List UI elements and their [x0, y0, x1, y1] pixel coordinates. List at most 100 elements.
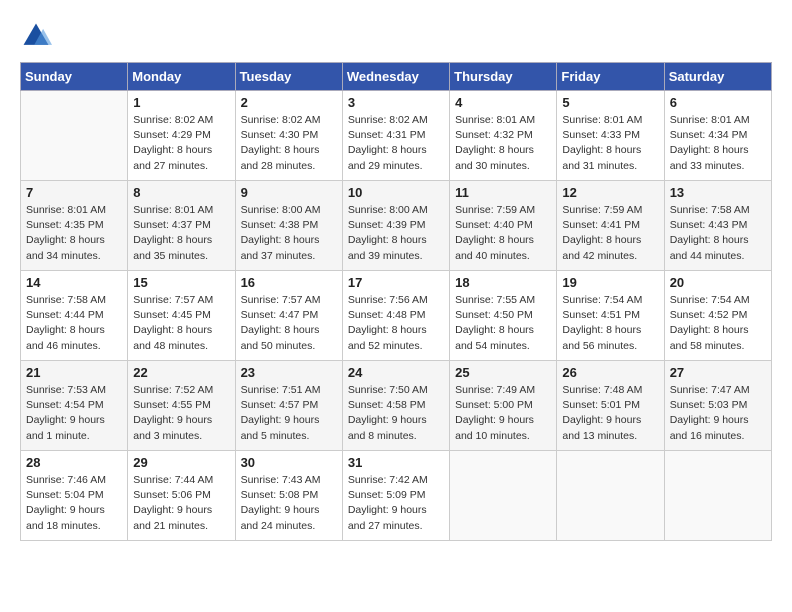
calendar-cell: 15 Sunrise: 7:57 AM Sunset: 4:45 PM Dayli…	[128, 271, 235, 361]
cell-info: Sunrise: 7:42 AM Sunset: 5:09 PM Dayligh…	[348, 473, 444, 534]
day-number: 31	[348, 455, 444, 470]
cell-info: Sunrise: 7:54 AM Sunset: 4:51 PM Dayligh…	[562, 293, 658, 354]
calendar-cell: 27 Sunrise: 7:47 AM Sunset: 5:03 PM Dayli…	[664, 361, 771, 451]
cell-info: Sunrise: 7:50 AM Sunset: 4:58 PM Dayligh…	[348, 383, 444, 444]
cell-info: Sunrise: 7:44 AM Sunset: 5:06 PM Dayligh…	[133, 473, 229, 534]
cell-info: Sunrise: 8:02 AM Sunset: 4:29 PM Dayligh…	[133, 113, 229, 174]
day-number: 21	[26, 365, 122, 380]
day-number: 2	[241, 95, 337, 110]
day-number: 25	[455, 365, 551, 380]
calendar-cell: 11 Sunrise: 7:59 AM Sunset: 4:40 PM Dayli…	[450, 181, 557, 271]
cell-info: Sunrise: 7:48 AM Sunset: 5:01 PM Dayligh…	[562, 383, 658, 444]
day-number: 11	[455, 185, 551, 200]
logo-icon	[20, 20, 52, 52]
calendar-cell	[557, 451, 664, 541]
cell-info: Sunrise: 8:01 AM Sunset: 4:34 PM Dayligh…	[670, 113, 766, 174]
cell-info: Sunrise: 7:55 AM Sunset: 4:50 PM Dayligh…	[455, 293, 551, 354]
day-number: 28	[26, 455, 122, 470]
cell-info: Sunrise: 8:02 AM Sunset: 4:30 PM Dayligh…	[241, 113, 337, 174]
cell-info: Sunrise: 8:01 AM Sunset: 4:33 PM Dayligh…	[562, 113, 658, 174]
calendar-cell: 10 Sunrise: 8:00 AM Sunset: 4:39 PM Dayli…	[342, 181, 449, 271]
logo	[20, 20, 56, 52]
cell-info: Sunrise: 7:58 AM Sunset: 4:43 PM Dayligh…	[670, 203, 766, 264]
cell-info: Sunrise: 7:43 AM Sunset: 5:08 PM Dayligh…	[241, 473, 337, 534]
day-number: 5	[562, 95, 658, 110]
cell-info: Sunrise: 8:01 AM Sunset: 4:35 PM Dayligh…	[26, 203, 122, 264]
day-number: 19	[562, 275, 658, 290]
calendar-cell: 1 Sunrise: 8:02 AM Sunset: 4:29 PM Daylig…	[128, 91, 235, 181]
calendar-cell: 5 Sunrise: 8:01 AM Sunset: 4:33 PM Daylig…	[557, 91, 664, 181]
cell-info: Sunrise: 7:47 AM Sunset: 5:03 PM Dayligh…	[670, 383, 766, 444]
weekday-header: Tuesday	[235, 63, 342, 91]
day-number: 15	[133, 275, 229, 290]
cell-info: Sunrise: 7:52 AM Sunset: 4:55 PM Dayligh…	[133, 383, 229, 444]
day-number: 16	[241, 275, 337, 290]
cell-info: Sunrise: 7:46 AM Sunset: 5:04 PM Dayligh…	[26, 473, 122, 534]
cell-info: Sunrise: 8:02 AM Sunset: 4:31 PM Dayligh…	[348, 113, 444, 174]
cell-info: Sunrise: 8:01 AM Sunset: 4:32 PM Dayligh…	[455, 113, 551, 174]
weekday-header: Thursday	[450, 63, 557, 91]
calendar-cell: 16 Sunrise: 7:57 AM Sunset: 4:47 PM Dayli…	[235, 271, 342, 361]
day-number: 6	[670, 95, 766, 110]
cell-info: Sunrise: 7:57 AM Sunset: 4:45 PM Dayligh…	[133, 293, 229, 354]
day-number: 18	[455, 275, 551, 290]
calendar-cell	[450, 451, 557, 541]
cell-info: Sunrise: 7:59 AM Sunset: 4:40 PM Dayligh…	[455, 203, 551, 264]
day-number: 26	[562, 365, 658, 380]
cell-info: Sunrise: 7:59 AM Sunset: 4:41 PM Dayligh…	[562, 203, 658, 264]
day-number: 10	[348, 185, 444, 200]
calendar-cell: 28 Sunrise: 7:46 AM Sunset: 5:04 PM Dayli…	[21, 451, 128, 541]
day-number: 4	[455, 95, 551, 110]
day-number: 27	[670, 365, 766, 380]
day-number: 12	[562, 185, 658, 200]
cell-info: Sunrise: 7:58 AM Sunset: 4:44 PM Dayligh…	[26, 293, 122, 354]
page-header	[20, 20, 772, 52]
calendar-cell: 8 Sunrise: 8:01 AM Sunset: 4:37 PM Daylig…	[128, 181, 235, 271]
calendar-cell: 21 Sunrise: 7:53 AM Sunset: 4:54 PM Dayli…	[21, 361, 128, 451]
cell-info: Sunrise: 8:00 AM Sunset: 4:39 PM Dayligh…	[348, 203, 444, 264]
calendar-cell	[664, 451, 771, 541]
cell-info: Sunrise: 8:01 AM Sunset: 4:37 PM Dayligh…	[133, 203, 229, 264]
weekday-header: Friday	[557, 63, 664, 91]
cell-info: Sunrise: 7:57 AM Sunset: 4:47 PM Dayligh…	[241, 293, 337, 354]
calendar-cell: 12 Sunrise: 7:59 AM Sunset: 4:41 PM Dayli…	[557, 181, 664, 271]
weekday-header: Sunday	[21, 63, 128, 91]
calendar-cell: 20 Sunrise: 7:54 AM Sunset: 4:52 PM Dayli…	[664, 271, 771, 361]
calendar-cell: 14 Sunrise: 7:58 AM Sunset: 4:44 PM Dayli…	[21, 271, 128, 361]
day-number: 1	[133, 95, 229, 110]
day-number: 7	[26, 185, 122, 200]
day-number: 20	[670, 275, 766, 290]
calendar-cell: 2 Sunrise: 8:02 AM Sunset: 4:30 PM Daylig…	[235, 91, 342, 181]
cell-info: Sunrise: 7:51 AM Sunset: 4:57 PM Dayligh…	[241, 383, 337, 444]
calendar-cell: 26 Sunrise: 7:48 AM Sunset: 5:01 PM Dayli…	[557, 361, 664, 451]
calendar-cell: 6 Sunrise: 8:01 AM Sunset: 4:34 PM Daylig…	[664, 91, 771, 181]
calendar-cell: 18 Sunrise: 7:55 AM Sunset: 4:50 PM Dayli…	[450, 271, 557, 361]
weekday-header: Wednesday	[342, 63, 449, 91]
day-number: 17	[348, 275, 444, 290]
day-number: 9	[241, 185, 337, 200]
day-number: 22	[133, 365, 229, 380]
day-number: 24	[348, 365, 444, 380]
cell-info: Sunrise: 7:49 AM Sunset: 5:00 PM Dayligh…	[455, 383, 551, 444]
day-number: 14	[26, 275, 122, 290]
cell-info: Sunrise: 7:54 AM Sunset: 4:52 PM Dayligh…	[670, 293, 766, 354]
cell-info: Sunrise: 7:56 AM Sunset: 4:48 PM Dayligh…	[348, 293, 444, 354]
weekday-header: Saturday	[664, 63, 771, 91]
day-number: 8	[133, 185, 229, 200]
calendar-table: SundayMondayTuesdayWednesdayThursdayFrid…	[20, 62, 772, 541]
calendar-cell: 7 Sunrise: 8:01 AM Sunset: 4:35 PM Daylig…	[21, 181, 128, 271]
calendar-cell: 29 Sunrise: 7:44 AM Sunset: 5:06 PM Dayli…	[128, 451, 235, 541]
calendar-cell: 31 Sunrise: 7:42 AM Sunset: 5:09 PM Dayli…	[342, 451, 449, 541]
calendar-cell: 23 Sunrise: 7:51 AM Sunset: 4:57 PM Dayli…	[235, 361, 342, 451]
cell-info: Sunrise: 7:53 AM Sunset: 4:54 PM Dayligh…	[26, 383, 122, 444]
weekday-header: Monday	[128, 63, 235, 91]
calendar-cell: 19 Sunrise: 7:54 AM Sunset: 4:51 PM Dayli…	[557, 271, 664, 361]
calendar-cell: 4 Sunrise: 8:01 AM Sunset: 4:32 PM Daylig…	[450, 91, 557, 181]
calendar-cell	[21, 91, 128, 181]
day-number: 23	[241, 365, 337, 380]
day-number: 13	[670, 185, 766, 200]
day-number: 29	[133, 455, 229, 470]
day-number: 3	[348, 95, 444, 110]
calendar-cell: 13 Sunrise: 7:58 AM Sunset: 4:43 PM Dayli…	[664, 181, 771, 271]
calendar-cell: 3 Sunrise: 8:02 AM Sunset: 4:31 PM Daylig…	[342, 91, 449, 181]
